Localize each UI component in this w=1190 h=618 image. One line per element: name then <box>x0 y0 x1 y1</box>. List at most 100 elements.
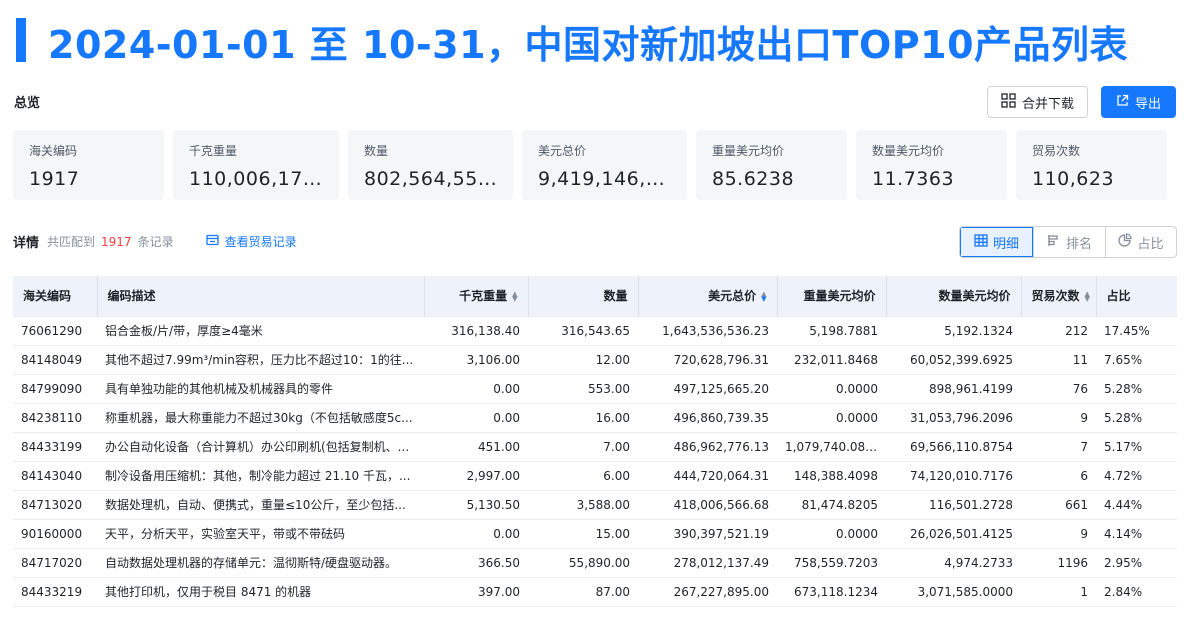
cell-quantity: 553.00 <box>528 373 638 403</box>
view-rank-label: 排名 <box>1065 236 1092 252</box>
table-row[interactable]: 76061290 铝合金板/片/带，厚度≥4毫米 316,138.40 316,543… <box>13 315 1177 345</box>
cell-share: 5.28% <box>1096 373 1177 403</box>
stat-card-quantity-avg-price: 数量美元均价 11.7363 <box>856 130 1007 200</box>
col-header-share: 占比 <box>1096 276 1177 316</box>
stat-value: 110,623 <box>1032 168 1115 190</box>
table-row[interactable]: 84143040 制冷设备用压缩机：其他，制冷能力超过 21.10 千瓦，... 2… <box>13 460 1177 490</box>
cell-share: 4.72% <box>1096 460 1177 490</box>
col-header-trade-count[interactable]: 贸易次数 ▲ ▼ <box>1021 276 1097 316</box>
cell-quantity-avg-price: 3,071,585.0000 <box>886 576 1021 607</box>
stat-label: 重量美元均价 <box>712 144 785 158</box>
cell-share: 17.45% <box>1096 315 1177 345</box>
cell-weight-avg-price: 5,198.7881 <box>777 315 886 345</box>
rank-icon <box>1047 234 1061 251</box>
details-header: 详情 共匹配到 1917 条记录 查看贸易记录 <box>13 232 297 252</box>
sort-desc-active-icon[interactable]: ▲ ▼ <box>761 290 766 302</box>
cell-hs-code: 84717020 <box>13 547 97 577</box>
matched-count: 1917 <box>101 234 132 249</box>
cell-weight-avg-price: 0.0000 <box>777 518 886 548</box>
cell-quantity-avg-price: 26,026,501.4125 <box>886 518 1021 548</box>
cell-quantity-avg-price: 31,053,796.2096 <box>886 402 1021 432</box>
cell-quantity: 316,543.65 <box>528 315 638 345</box>
stat-value: 85.6238 <box>712 168 795 190</box>
stat-value: 1917 <box>29 168 80 190</box>
cell-share: 5.17% <box>1096 431 1177 461</box>
cell-weight: 0.00 <box>424 518 528 548</box>
table-row[interactable]: 84717020 自动数据处理机器的存储单元：温彻斯特/硬盘驱动器。 366.50 5… <box>13 547 1177 577</box>
cell-weight: 397.00 <box>424 576 528 607</box>
table-row[interactable]: 84148049 其他不超过7.99m³/min容积，压力比不超过10：1的往..… <box>13 344 1177 374</box>
col-header-total-usd[interactable]: 美元总价 ▲ ▼ <box>638 276 778 316</box>
cell-total-usd: 278,012,137.49 <box>638 547 777 577</box>
external-link-icon <box>1116 94 1129 111</box>
view-share-tab[interactable]: 占比 <box>1105 227 1176 257</box>
cell-share: 2.95% <box>1096 547 1177 577</box>
stat-value: 802,564,557… <box>364 168 497 190</box>
cell-hs-code: 84143040 <box>13 460 97 490</box>
merge-download-button[interactable]: 合并下载 <box>987 86 1088 118</box>
cell-weight: 2,997.00 <box>424 460 528 490</box>
col-header-description: 编码描述 <box>97 276 425 316</box>
table-row[interactable]: 84799090 具有单独功能的其他机械及机械器具的零件 0.00 553.00 497… <box>13 373 1177 403</box>
cell-weight-avg-price: 673,118.1234 <box>777 576 886 607</box>
table-row[interactable]: 84433219 其他打印机，仅用于税目 8471 的机器 397.00 87.00 2… <box>13 576 1177 607</box>
cell-total-usd: 390,397,521.19 <box>638 518 777 548</box>
cell-quantity: 3,588.00 <box>528 489 638 519</box>
cell-hs-code: 84433199 <box>13 431 97 461</box>
col-header-weight[interactable]: 千克重量 ▲ ▼ <box>424 276 529 316</box>
cell-weight-avg-price: 81,474.8205 <box>777 489 886 519</box>
table-row[interactable]: 90160000 天平，分析天平，实验室天平，带或不带砝码 0.00 15.00 390… <box>13 518 1177 548</box>
cell-quantity-avg-price: 74,120,010.7176 <box>886 460 1021 490</box>
cell-total-usd: 720,628,796.31 <box>638 344 777 374</box>
view-share-label: 占比 <box>1137 236 1164 252</box>
cell-quantity: 55,890.00 <box>528 547 638 577</box>
cell-share: 4.14% <box>1096 518 1177 548</box>
col-header-hs-code: 海关编码 <box>13 276 98 316</box>
view-trade-records-label: 查看贸易记录 <box>224 235 297 249</box>
table-body: 76061290 铝合金板/片/带，厚度≥4毫米 316,138.40 316,543… <box>13 315 1177 607</box>
stat-label: 美元总价 <box>538 144 587 158</box>
stat-label: 海关编码 <box>29 144 78 158</box>
sort-icon[interactable]: ▲ ▼ <box>512 290 517 302</box>
cell-share: 4.44% <box>1096 489 1177 519</box>
view-toggle: 明细 排名 占比 <box>959 226 1177 258</box>
cell-hs-code: 84713020 <box>13 489 97 519</box>
export-button[interactable]: 导出 <box>1101 86 1176 118</box>
cell-description: 具有单独功能的其他机械及机械器具的零件 <box>97 373 424 403</box>
table-row[interactable]: 84713020 数据处理机，自动、便携式，重量≤10公斤，至少包括... 5,13… <box>13 489 1177 519</box>
cell-description: 其他打印机，仅用于税目 8471 的机器 <box>97 576 424 607</box>
cell-share: 5.28% <box>1096 402 1177 432</box>
cell-description: 称重机器，最大称重能力不超过30kg（不包括敏感度5c... <box>97 402 424 432</box>
cell-weight: 0.00 <box>424 373 528 403</box>
cell-hs-code: 76061290 <box>13 315 97 345</box>
cell-trade-count: 661 <box>1021 489 1096 519</box>
export-label: 导出 <box>1134 96 1161 112</box>
cell-description: 铝合金板/片/带，厚度≥4毫米 <box>97 315 424 345</box>
cell-description: 天平，分析天平，实验室天平，带或不带砝码 <box>97 518 424 548</box>
matched-prefix: 共匹配到 <box>47 235 96 249</box>
view-detail-label: 明细 <box>992 236 1019 252</box>
cell-total-usd: 486,962,776.13 <box>638 431 777 461</box>
stat-card-weight: 千克重量 110,006,174.5 <box>173 130 339 200</box>
page-title: 2024-01-01 至 10-31，中国对新加坡出口TOP10产品列表 <box>48 23 1129 67</box>
cell-weight-avg-price: 0.0000 <box>777 402 886 432</box>
view-rank-tab[interactable]: 排名 <box>1033 227 1105 257</box>
cell-quantity-avg-price: 898,961.4199 <box>886 373 1021 403</box>
table-row[interactable]: 84238110 称重机器，最大称重能力不超过30kg（不包括敏感度5c... 0.… <box>13 402 1177 432</box>
view-detail-tab[interactable]: 明细 <box>960 227 1033 257</box>
table-icon <box>974 233 988 251</box>
cell-weight: 0.00 <box>424 402 528 432</box>
stat-value: 110,006,174.5 <box>189 168 323 190</box>
cell-description: 其他不超过7.99m³/min容积，压力比不超过10：1的往... <box>97 344 424 374</box>
stat-card-quantity: 数量 802,564,557… <box>348 130 513 200</box>
cell-quantity: 16.00 <box>528 402 638 432</box>
cell-trade-count: 6 <box>1021 460 1096 490</box>
stat-card-weight-avg-price: 重量美元均价 85.6238 <box>696 130 847 200</box>
cell-quantity-avg-price: 60,052,399.6925 <box>886 344 1021 374</box>
sort-icon[interactable]: ▲ ▼ <box>1085 290 1090 302</box>
cell-quantity: 12.00 <box>528 344 638 374</box>
cell-weight: 3,106.00 <box>424 344 528 374</box>
table-row[interactable]: 84433199 办公自动化设备（合计算机）办公印刷机(包括复制机、... 451.… <box>13 431 1177 461</box>
cell-share: 7.65% <box>1096 344 1177 374</box>
view-trade-records-link[interactable]: 查看贸易记录 <box>205 233 297 250</box>
